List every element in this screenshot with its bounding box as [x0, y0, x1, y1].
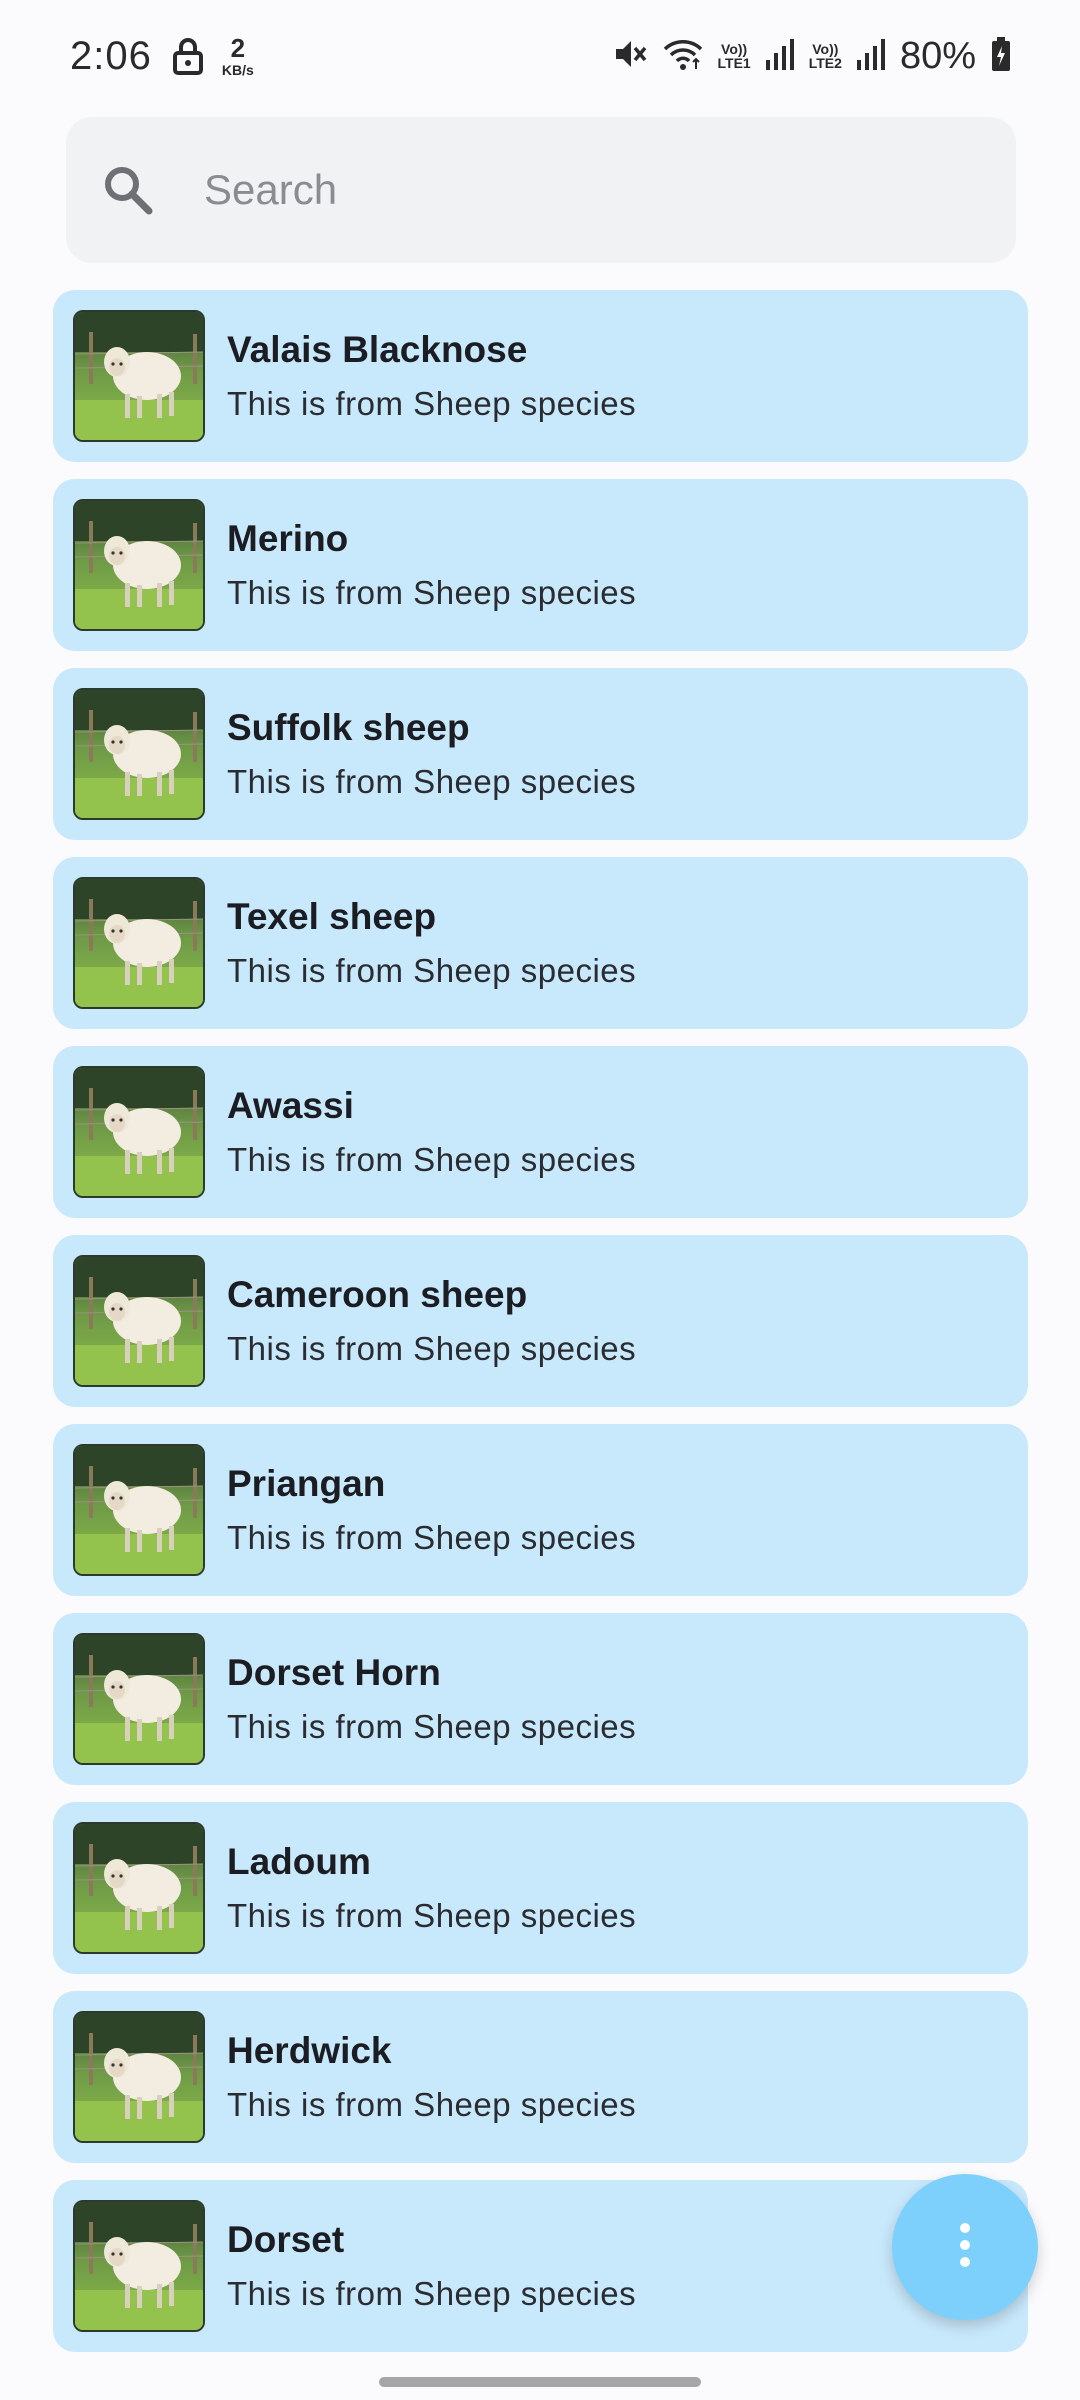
item-title: Suffolk sheep: [227, 707, 470, 748]
list-item[interactable]: Ladoum This is from Sheep species: [53, 1802, 1028, 1974]
sim2-indicator: Vo)) LTE2: [809, 42, 842, 70]
list-item[interactable]: Suffolk sheep This is from Sheep species: [53, 668, 1028, 840]
item-texts: Awassi This is from Sheep species: [227, 1085, 636, 1179]
list-item[interactable]: Herdwick This is from Sheep species: [53, 1991, 1028, 2163]
item-title: Awassi: [227, 1085, 354, 1126]
list-item[interactable]: Dorset This is from Sheep species: [53, 2180, 1028, 2352]
lock-icon: [172, 37, 204, 75]
item-texts: Dorset Horn This is from Sheep species: [227, 1652, 636, 1746]
sheep-photo: [73, 688, 205, 820]
sheep-photo: [73, 2200, 205, 2332]
wifi-icon: [662, 37, 704, 76]
list-item[interactable]: Priangan This is from Sheep species: [53, 1424, 1028, 1596]
sheep-photo: [73, 1255, 205, 1387]
item-title: Ladoum: [227, 1841, 371, 1882]
more-options-button[interactable]: [892, 2174, 1038, 2320]
item-title: Herdwick: [227, 2030, 392, 2071]
item-subtitle: This is from Sheep species: [227, 1708, 637, 1745]
item-texts: Valais Blacknose This is from Sheep spec…: [227, 329, 636, 423]
sheep-photo: [73, 1633, 205, 1765]
item-subtitle: This is from Sheep species: [227, 385, 637, 422]
item-subtitle: This is from Sheep species: [227, 2086, 637, 2123]
list-item[interactable]: Texel sheep This is from Sheep species: [53, 857, 1028, 1029]
item-title: Dorset Horn: [227, 1652, 441, 1693]
mute-icon: [612, 36, 648, 77]
status-right: Vo)) LTE1 Vo)) LTE2 80%: [598, 35, 1012, 78]
battery-charging-icon: [990, 36, 1012, 77]
sim1-volte: Vo)): [721, 41, 748, 57]
sheep-photo: [73, 877, 205, 1009]
item-subtitle: This is from Sheep species: [227, 1519, 637, 1556]
status-left: 2:06 2 KB/s: [70, 34, 254, 79]
item-subtitle: This is from Sheep species: [227, 574, 637, 611]
sheep-photo: [73, 1066, 205, 1198]
item-texts: Ladoum This is from Sheep species: [227, 1841, 636, 1935]
item-texts: Cameroon sheep This is from Sheep specie…: [227, 1274, 636, 1368]
item-texts: Priangan This is from Sheep species: [227, 1463, 636, 1557]
more-vert-icon: [957, 2222, 973, 2273]
item-title: Cameroon sheep: [227, 1274, 528, 1315]
sim2-volte: Vo)): [812, 41, 839, 57]
list-item[interactable]: Awassi This is from Sheep species: [53, 1046, 1028, 1218]
sheep-photo: [73, 1822, 205, 1954]
item-subtitle: This is from Sheep species: [227, 1330, 637, 1367]
list-item[interactable]: Valais Blacknose This is from Sheep spec…: [53, 290, 1028, 462]
item-title: Valais Blacknose: [227, 329, 528, 370]
list-item[interactable]: Cameroon sheep This is from Sheep specie…: [53, 1235, 1028, 1407]
status-time: 2:06: [70, 33, 152, 78]
item-texts: Suffolk sheep This is from Sheep species: [227, 707, 636, 801]
sheep-photo: [73, 1444, 205, 1576]
item-texts: Texel sheep This is from Sheep species: [227, 896, 636, 990]
sheep-photo: [73, 310, 205, 442]
sheep-list: Valais Blacknose This is from Sheep spec…: [53, 290, 1028, 2369]
battery-percent: 80%: [899, 34, 976, 77]
sheep-photo: [73, 2011, 205, 2143]
item-subtitle: This is from Sheep species: [227, 1897, 637, 1934]
item-texts: Dorset This is from Sheep species: [227, 2219, 636, 2313]
item-title: Merino: [227, 518, 349, 559]
signal-icon: [856, 38, 886, 75]
status-bar: 2:06 2 KB/s Vo)) LTE1 Vo)) LTE2 80%: [0, 0, 1080, 112]
net-speed-unit: KB/s: [221, 62, 254, 78]
item-texts: Merino This is from Sheep species: [227, 518, 636, 612]
net-speed-value: 2: [230, 33, 246, 63]
item-subtitle: This is from Sheep species: [227, 763, 637, 800]
sim2-label: LTE2: [808, 55, 842, 71]
item-texts: Herdwick This is from Sheep species: [227, 2030, 636, 2124]
item-subtitle: This is from Sheep species: [227, 2275, 637, 2312]
sim1-indicator: Vo)) LTE1: [718, 42, 751, 70]
list-item[interactable]: Dorset Horn This is from Sheep species: [53, 1613, 1028, 1785]
item-subtitle: This is from Sheep species: [227, 1141, 637, 1178]
item-subtitle: This is from Sheep species: [227, 952, 637, 989]
list-item[interactable]: Merino This is from Sheep species: [53, 479, 1028, 651]
item-title: Texel sheep: [227, 896, 437, 937]
search-input[interactable]: [204, 166, 904, 214]
sheep-photo: [73, 499, 205, 631]
net-speed: 2 KB/s: [222, 35, 254, 77]
search-icon: [102, 164, 154, 216]
sim1-label: LTE1: [717, 55, 751, 71]
item-title: Priangan: [227, 1463, 386, 1504]
item-title: Dorset: [227, 2219, 345, 2260]
signal-icon: [765, 38, 795, 75]
gesture-handle[interactable]: [379, 2377, 701, 2387]
search-bar[interactable]: [66, 117, 1016, 263]
